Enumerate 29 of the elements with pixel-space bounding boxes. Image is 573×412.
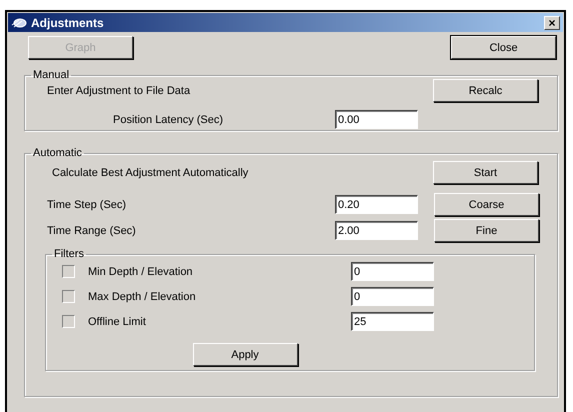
- group-title: Filters: [53, 248, 85, 260]
- field-label: Position Latency (Sec): [113, 114, 224, 126]
- close-button[interactable]: ×: [544, 16, 560, 30]
- time-field[interactable]: 2.00: [335, 221, 418, 240]
- description-text: Calculate Best Adjustment Automatically: [52, 166, 250, 178]
- coarse-button[interactable]: Coarse: [434, 193, 539, 216]
- filter-field[interactable]: 0: [351, 262, 434, 281]
- time-field[interactable]: 0.20: [335, 195, 418, 214]
- filter-field[interactable]: 25: [351, 312, 434, 331]
- apply-button[interactable]: Apply: [192, 343, 298, 366]
- recalc-button[interactable]: Recalc: [433, 79, 538, 102]
- description-text: Enter Adjustment to File Data: [47, 84, 192, 96]
- group-title: Manual: [32, 69, 70, 81]
- filter-field[interactable]: 0: [351, 287, 434, 306]
- app-icon: [11, 16, 27, 28]
- field-label: Time Range (Sec): [47, 224, 137, 236]
- fine-button[interactable]: Fine: [434, 219, 539, 242]
- field-label: Time Step (Sec): [47, 198, 128, 210]
- close-dialog-button[interactable]: Close: [451, 36, 556, 59]
- filter-label: Offline Limit: [88, 316, 147, 328]
- group-title: Automatic: [32, 147, 83, 159]
- checkbox[interactable]: [62, 315, 75, 328]
- latency-field[interactable]: 0.00: [335, 110, 418, 129]
- checkbox[interactable]: [62, 265, 75, 278]
- start-button[interactable]: Start: [433, 161, 538, 184]
- filter-label: Min Depth / Elevation: [88, 266, 194, 278]
- checkbox[interactable]: [62, 290, 75, 303]
- filter-label: Max Depth / Elevation: [88, 290, 197, 302]
- window-title: Adjustments: [31, 16, 104, 30]
